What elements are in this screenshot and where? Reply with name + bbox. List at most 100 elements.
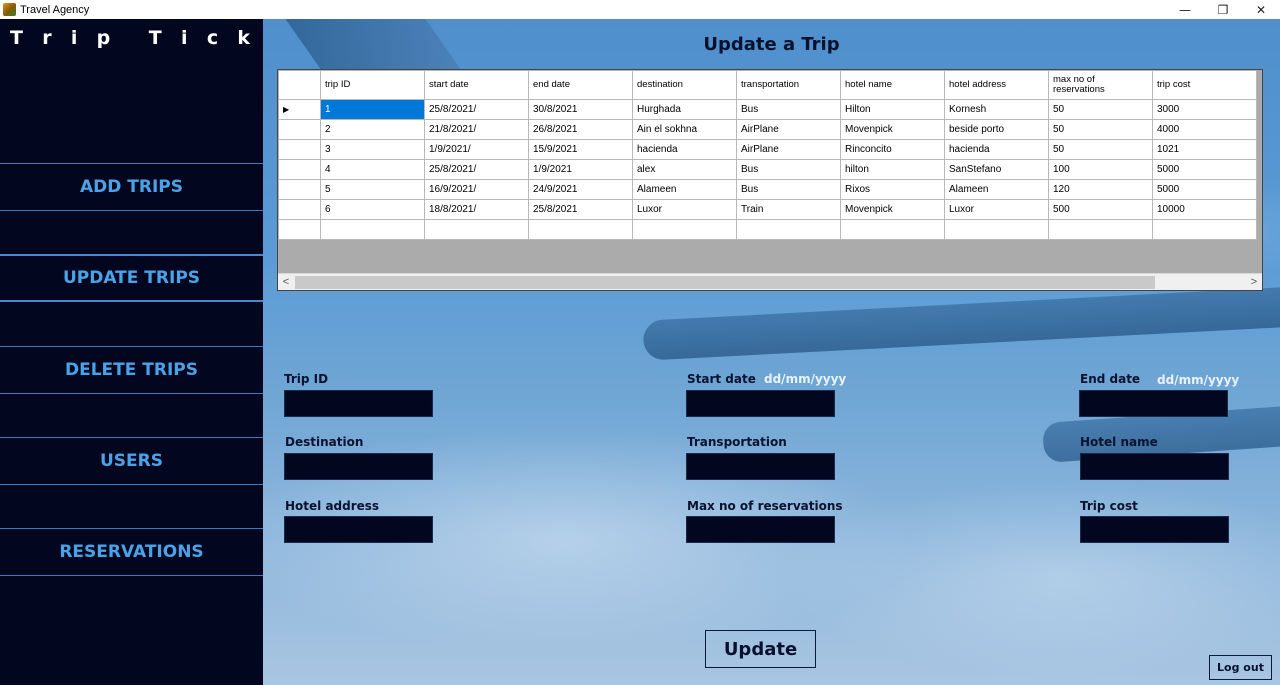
table-cell[interactable]: 1/9/2021/: [424, 139, 529, 160]
row-selector[interactable]: [278, 119, 321, 140]
sidebar-item-update-trips[interactable]: UPDATE TRIPS: [0, 254, 263, 302]
column-header[interactable]: transportation: [736, 70, 841, 100]
table-cell[interactable]: 16/9/2021/: [424, 179, 529, 200]
table-cell[interactable]: hacienda: [632, 139, 737, 160]
table-cell[interactable]: 3000: [1152, 99, 1257, 120]
row-selector[interactable]: [278, 159, 321, 180]
table-cell[interactable]: 1/9/2021: [528, 159, 633, 180]
trips-grid[interactable]: trip ID start date end date destination …: [277, 69, 1263, 291]
table-cell[interactable]: 25/8/2021/: [424, 99, 529, 120]
table-cell[interactable]: 5000: [1152, 179, 1257, 200]
table-cell[interactable]: 25/8/2021: [528, 199, 633, 220]
table-cell[interactable]: 50: [1048, 139, 1153, 160]
sidebar-item-add-trips[interactable]: ADD TRIPS: [0, 163, 263, 211]
table-cell[interactable]: Bus: [736, 159, 841, 180]
table-cell[interactable]: Rixos: [840, 179, 945, 200]
table-row[interactable]: 2 21/8/2021/ 26/8/2021 Ain el sokhna Air…: [278, 119, 1257, 140]
table-cell[interactable]: Hilton: [840, 99, 945, 120]
table-cell[interactable]: Alameen: [632, 179, 737, 200]
table-cell[interactable]: 100: [1048, 159, 1153, 180]
table-cell[interactable]: Alameen: [944, 179, 1049, 200]
table-cell[interactable]: AirPlane: [736, 139, 841, 160]
table-cell[interactable]: 21/8/2021/: [424, 119, 529, 140]
table-cell[interactable]: AirPlane: [736, 119, 841, 140]
table-cell[interactable]: SanStefano: [944, 159, 1049, 180]
transportation-field[interactable]: [686, 453, 835, 480]
table-cell[interactable]: 5: [320, 179, 425, 200]
trip-id-field[interactable]: [284, 390, 433, 417]
table-cell[interactable]: 1: [320, 99, 425, 120]
column-header[interactable]: trip cost: [1152, 70, 1257, 100]
table-cell[interactable]: [1048, 219, 1153, 240]
row-selector[interactable]: ▶: [278, 99, 321, 120]
minimize-icon[interactable]: —: [1166, 0, 1204, 19]
close-icon[interactable]: ✕: [1242, 0, 1280, 19]
row-selector[interactable]: [278, 139, 321, 160]
table-cell[interactable]: 3: [320, 139, 425, 160]
column-header[interactable]: hotel name: [840, 70, 945, 100]
table-cell[interactable]: Movenpick: [840, 119, 945, 140]
table-cell[interactable]: [320, 219, 425, 240]
table-cell[interactable]: 2: [320, 119, 425, 140]
table-cell[interactable]: Bus: [736, 179, 841, 200]
trip-cost-field[interactable]: [1080, 516, 1229, 543]
table-cell[interactable]: Luxor: [632, 199, 737, 220]
table-cell[interactable]: 10000: [1152, 199, 1257, 220]
table-cell[interactable]: 30/8/2021: [528, 99, 633, 120]
table-cell[interactable]: 6: [320, 199, 425, 220]
logout-button[interactable]: Log out: [1209, 655, 1272, 680]
scroll-left-icon[interactable]: <: [278, 274, 294, 291]
scroll-right-icon[interactable]: >: [1246, 274, 1262, 291]
table-new-row[interactable]: [278, 219, 1257, 240]
table-cell[interactable]: Movenpick: [840, 199, 945, 220]
update-button[interactable]: Update: [705, 630, 816, 668]
table-cell[interactable]: Ain el sokhna: [632, 119, 737, 140]
column-header[interactable]: end date: [528, 70, 633, 100]
table-cell[interactable]: hilton: [840, 159, 945, 180]
sidebar-item-delete-trips[interactable]: DELETE TRIPS: [0, 346, 263, 394]
start-date-field[interactable]: [686, 390, 835, 417]
destination-field[interactable]: [284, 453, 433, 480]
table-cell[interactable]: 4000: [1152, 119, 1257, 140]
table-cell[interactable]: hacienda: [944, 139, 1049, 160]
column-header[interactable]: trip ID: [320, 70, 425, 100]
column-header[interactable]: max no of reservations: [1048, 70, 1153, 100]
table-cell[interactable]: [840, 219, 945, 240]
restore-icon[interactable]: ❐: [1204, 0, 1242, 19]
table-cell[interactable]: 5000: [1152, 159, 1257, 180]
table-cell[interactable]: Luxor: [944, 199, 1049, 220]
table-cell[interactable]: 50: [1048, 99, 1153, 120]
table-cell[interactable]: 50: [1048, 119, 1153, 140]
row-selector[interactable]: [278, 199, 321, 220]
hotel-address-field[interactable]: [284, 516, 433, 543]
table-cell[interactable]: 500: [1048, 199, 1153, 220]
table-cell[interactable]: 18/8/2021/: [424, 199, 529, 220]
max-reservations-field[interactable]: [686, 516, 835, 543]
table-cell[interactable]: [1152, 219, 1257, 240]
table-cell[interactable]: 120: [1048, 179, 1153, 200]
row-selector[interactable]: [278, 179, 321, 200]
table-cell[interactable]: Rinconcito: [840, 139, 945, 160]
table-cell[interactable]: [528, 219, 633, 240]
table-cell[interactable]: [632, 219, 737, 240]
table-row[interactable]: ▶ 1 25/8/2021/ 30/8/2021 Hurghada Bus Hi…: [278, 99, 1257, 120]
sidebar-item-users[interactable]: USERS: [0, 437, 263, 485]
hotel-name-field[interactable]: [1080, 453, 1229, 480]
row-selector[interactable]: [278, 219, 321, 240]
table-row[interactable]: 6 18/8/2021/ 25/8/2021 Luxor Train Moven…: [278, 199, 1257, 220]
table-cell[interactable]: 4: [320, 159, 425, 180]
table-cell[interactable]: [424, 219, 529, 240]
horizontal-scrollbar[interactable]: < >: [278, 273, 1262, 290]
table-cell[interactable]: beside porto: [944, 119, 1049, 140]
table-row[interactable]: 4 25/8/2021/ 1/9/2021 alex Bus hilton Sa…: [278, 159, 1257, 180]
table-cell[interactable]: [944, 219, 1049, 240]
table-cell[interactable]: 26/8/2021: [528, 119, 633, 140]
column-header[interactable]: destination: [632, 70, 737, 100]
table-cell[interactable]: alex: [632, 159, 737, 180]
table-row[interactable]: 3 1/9/2021/ 15/9/2021 hacienda AirPlane …: [278, 139, 1257, 160]
table-cell[interactable]: 25/8/2021/: [424, 159, 529, 180]
table-cell[interactable]: [736, 219, 841, 240]
scrollbar-thumb[interactable]: [295, 276, 1155, 289]
table-cell[interactable]: Hurghada: [632, 99, 737, 120]
table-cell[interactable]: 1021: [1152, 139, 1257, 160]
